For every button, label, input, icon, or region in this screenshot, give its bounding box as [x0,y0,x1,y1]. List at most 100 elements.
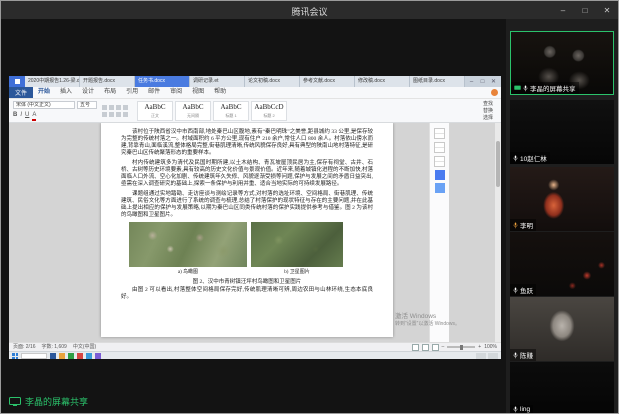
menu-item-help[interactable]: 帮助 [209,87,231,98]
excel-app-icon[interactable] [68,353,74,359]
navigation-panel-icon[interactable] [434,156,445,167]
folder-app-icon[interactable] [59,353,65,359]
outline-panel-icon[interactable] [434,128,445,139]
participant-tile[interactable]: 10赵仁林 [510,100,614,164]
print-view-icon[interactable] [422,344,429,351]
comments-panel-icon[interactable] [434,142,445,153]
menu-item-insert[interactable]: 插入 [55,87,77,98]
participant-name: 10赵仁林 [520,153,547,163]
font-color-button[interactable]: A [32,111,36,121]
zoom-slider[interactable] [447,346,475,348]
document-tab[interactable]: 2020中期报告1.26-梁.docx [25,76,80,87]
zoom-slider-thumb[interactable] [460,345,463,350]
underline-button[interactable]: U [25,111,29,121]
windows-taskbar [9,351,501,359]
system-tray[interactable] [476,353,498,359]
vertical-scrollbar[interactable] [495,123,501,342]
document-tab[interactable]: 图纸目录.docx [410,76,465,87]
document-tab[interactable]: 论文初稿.docx [245,76,300,87]
align-left-icon[interactable] [102,112,107,117]
participant-name-bar: 李明 [510,219,536,231]
document-page[interactable]: 该村位于陕西省汉中市西南部,地处秦巴山区腹地,素有“秦巴明珠”之美誉,距县城约 … [101,123,393,337]
zoom-out-button[interactable]: – [442,343,445,351]
document-tab[interactable]: 调研记录.et [190,76,245,87]
font-group: 宋体 (中文正文) 五号 B I U A [13,101,97,121]
participant-tile[interactable]: 陈赚 [510,297,614,361]
style-normal[interactable]: AaBbC 正文 [137,101,173,121]
minimize-button[interactable]: – [552,1,574,19]
tray-icon[interactable] [476,353,486,359]
participant-name: 李明 [520,220,533,230]
menu-item-review[interactable]: 审阅 [165,87,187,98]
menu-item-mailings[interactable]: 邮件 [143,87,165,98]
participant-tile[interactable]: 鱼跃 [510,232,614,296]
editor-close-button[interactable]: ✕ [489,78,498,85]
scrollbar-thumb[interactable] [496,141,500,187]
editor-maximize-button[interactable]: □ [478,79,487,85]
participant-tile[interactable]: ling [510,362,614,413]
browser-app-icon[interactable] [77,353,83,359]
document-tab-active[interactable]: 任务书.docx [135,76,190,87]
tencent-meeting-window: 腾讯会议 – □ ✕ 2020中期报告1.26-梁.docx 开题报告.docx… [0,0,619,414]
document-tab[interactable]: 开题报告.docx [80,76,135,87]
file-menu-button[interactable]: 文件 [9,87,33,98]
mic-icon [513,155,518,162]
select-button[interactable]: 选择 [483,115,493,121]
zoom-in-button[interactable]: + [478,343,481,351]
participant-tile[interactable]: 李晶的屏幕共享 [510,31,614,95]
menu-item-layout[interactable]: 布局 [99,87,121,98]
taskbar-search-box[interactable] [21,353,47,359]
menu-item-view[interactable]: 视图 [187,87,209,98]
shared-screen-stage: 2020中期报告1.26-梁.docx 开题报告.docx 任务书.docx 调… [1,19,506,413]
tray-clock[interactable] [488,353,498,359]
zoom-level[interactable]: 100% [484,343,497,351]
screen-share-icon [514,85,521,91]
doc-paragraph: 由图 2 可以看出,村落整体空间格局保存完好,传统肌理清晰可辨,周边农田与山林环… [121,287,373,301]
doc-paragraph: 课题组通过实地踏勘、走访座谈与测绘记录等方式,对村落的选址环境、空间格局、街巷肌… [121,191,373,219]
participant-tile[interactable]: 李明 [510,167,614,231]
document-tab[interactable]: 参考文献.docx [300,76,355,87]
doc-paragraph: 村内传统建筑多为清代及民国时期所建,以土木结构、青瓦坡屋顶民居为主,保存有祠堂、… [121,160,373,188]
replace-button[interactable]: 替换 [483,108,493,114]
ribbon-right-area [491,89,501,96]
align-center-icon[interactable] [109,112,114,117]
read-view-icon[interactable] [412,344,419,351]
chat-app-icon[interactable] [86,353,92,359]
maximize-button[interactable]: □ [574,1,596,19]
menu-item-references[interactable]: 引用 [121,87,143,98]
justify-icon[interactable] [123,112,128,117]
share-panel-icon[interactable] [435,170,445,180]
music-app-icon[interactable] [95,353,101,359]
style-heading1[interactable]: AaBbC 标题 1 [213,101,249,121]
menu-item-design[interactable]: 设计 [77,87,99,98]
word-app-icon[interactable] [50,353,56,359]
app-title: 腾讯会议 [291,5,327,18]
office-home-button[interactable] [9,76,25,87]
participant-name-bar: ling [510,405,533,413]
italic-button[interactable]: I [20,111,22,121]
align-right-icon[interactable] [116,112,121,117]
outdent-icon[interactable] [123,105,128,110]
style-heading2[interactable]: AaBbCcD 标题 2 [251,101,287,121]
bold-button[interactable]: B [13,111,17,121]
account-avatar[interactable] [491,89,498,96]
village-aerial-photo [129,222,247,267]
find-button[interactable]: 查找 [483,101,493,107]
close-button[interactable]: ✕ [596,1,618,19]
mic-icon [513,406,518,413]
editor-minimize-button[interactable]: – [467,79,476,85]
indent-icon[interactable] [116,105,121,110]
cloud-panel-icon[interactable] [435,183,445,193]
font-size-select[interactable]: 五号 [77,101,97,109]
menu-item-home[interactable]: 开始 [33,87,55,98]
number-list-icon[interactable] [109,105,114,110]
bullet-list-icon[interactable] [102,105,107,110]
font-name-select[interactable]: 宋体 (中文正文) [13,101,75,109]
web-view-icon[interactable] [432,344,439,351]
document-tab[interactable]: 修改稿.docx [355,76,410,87]
participant-name: 陈赚 [520,350,533,360]
style-no-spacing[interactable]: AaBbC 无间隔 [175,101,211,121]
start-button-icon[interactable] [12,353,18,359]
participant-name: 李晶的屏幕共享 [530,83,576,93]
participant-name: 鱼跃 [520,285,533,295]
